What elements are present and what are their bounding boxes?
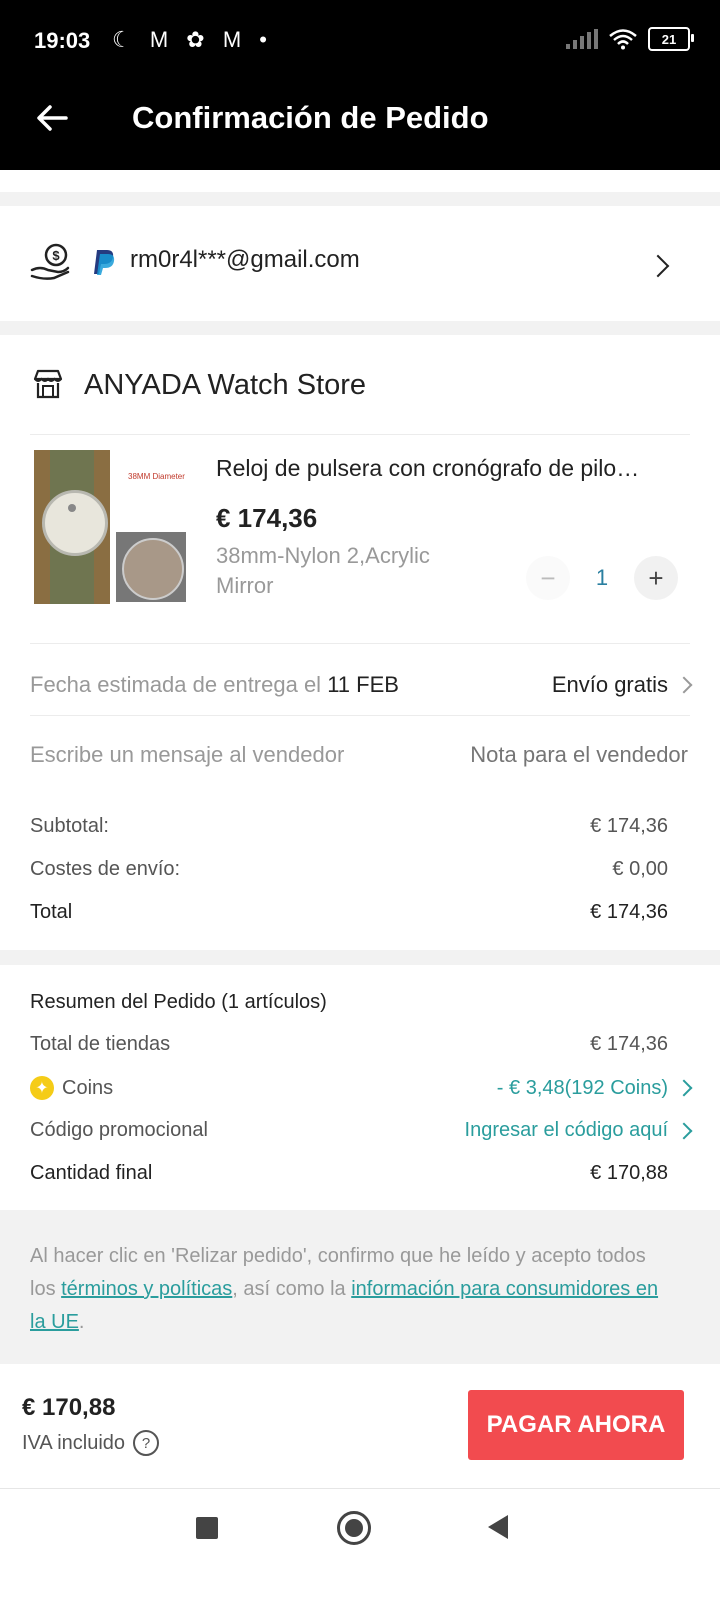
seller-message-row: Escribe un mensaje al vendedor [30, 735, 690, 775]
store-total-value: € 174,36 [590, 1033, 668, 1055]
tax-label: IVA incluido [22, 1431, 126, 1454]
promo-value: Ingresar el código aquí [464, 1119, 668, 1141]
delivery-label: Fecha estimada de entrega el [30, 672, 328, 697]
home-icon[interactable] [337, 1511, 371, 1545]
delivery-date: 11 FEB [327, 672, 399, 697]
seller-message-label: Escribe un mensaje al vendedor [30, 742, 345, 767]
chevron-right-icon [675, 676, 693, 694]
chevron-right-icon [675, 1079, 693, 1097]
seller-note-input[interactable] [426, 741, 690, 769]
status-time: 19:03 [34, 28, 91, 53]
promo-row[interactable]: Código promocional Ingresar el código aq… [30, 1119, 693, 1142]
divider [30, 643, 690, 644]
back-triangle-icon[interactable] [486, 1513, 510, 1541]
subtotal-row: Subtotal: € 174,36 [30, 815, 690, 838]
wifi-icon [609, 29, 637, 50]
back-arrow-icon[interactable] [32, 98, 72, 138]
legal-text-2: , así como la [232, 1278, 352, 1300]
decrease-quantity-button[interactable]: − [526, 556, 570, 600]
shipping-label: Envío gratis [551, 672, 668, 697]
payment-email: rm0r4l***@gmail.com [130, 246, 360, 273]
summary-title: Resumen del Pedido (1 artículos) [30, 991, 327, 1013]
quantity-stepper: − 1 + [526, 556, 678, 600]
increase-quantity-button[interactable]: + [634, 556, 678, 600]
chevron-right-icon [675, 1122, 693, 1139]
product-price: € 174,36 [216, 503, 318, 533]
shipping-cost-label: Costes de envío: [30, 858, 181, 880]
svg-text:$: $ [52, 248, 60, 263]
coins-value: - € 3,48(192 Coins) [496, 1076, 668, 1099]
system-nav-bar [0, 1488, 720, 1601]
terms-link[interactable]: términos y políticas [61, 1278, 232, 1300]
payment-method-row[interactable]: $ rm0r4l***@gmail.com [0, 206, 720, 321]
final-amount-row: Cantidad final € 170,88 [30, 1162, 690, 1185]
legal-notice: Al hacer clic en 'Relizar pedido', confi… [30, 1240, 670, 1339]
subtotal-label: Subtotal: [30, 815, 109, 837]
subtotal-value: € 174,36 [590, 815, 668, 837]
final-amount-label: Cantidad final [30, 1162, 153, 1184]
store-total-label: Total de tiendas [30, 1033, 171, 1055]
page-title: Confirmación de Pedido [132, 100, 489, 135]
coins-row[interactable]: ✦ Coins - € 3,48(192 Coins) [30, 1076, 693, 1100]
status-notification-icons: ☾ M ✿ M • [112, 27, 273, 52]
product-title[interactable]: Reloj de pulsera con cronógrafo de pilo… [216, 455, 686, 482]
payment-hand-coin-icon: $ [30, 243, 70, 280]
promo-label: Código promocional [30, 1119, 208, 1141]
store-icon [33, 369, 63, 399]
promo-code-entry[interactable]: Ingresar el código aquí [464, 1119, 693, 1142]
pay-now-button[interactable]: PAGAR AHORA [468, 1390, 684, 1460]
help-icon[interactable]: ? [133, 1430, 160, 1456]
product-variant[interactable]: 38mm-Nylon 2,Acrylic Mirror [216, 541, 486, 601]
legal-text-3: . [78, 1311, 85, 1333]
divider [30, 434, 690, 435]
signal-icon [566, 29, 598, 49]
total-value: € 174,36 [590, 901, 668, 923]
order-summary-card: Resumen del Pedido (1 artículos) Total d… [0, 965, 720, 1210]
chevron-right-icon[interactable] [646, 254, 670, 278]
product-image[interactable]: 38MM Diameter [34, 450, 188, 604]
store-name[interactable]: ANYADA Watch Store [84, 369, 366, 402]
coins-label-group: ✦ Coins [30, 1076, 113, 1100]
shipping-option[interactable]: Envío gratis [551, 672, 693, 698]
store-card: ANYADA Watch Store 38MM Diameter Reloj d… [0, 335, 720, 950]
delivery-row[interactable]: Fecha estimada de entrega el 11 FEB Enví… [30, 665, 693, 705]
status-right: 21 [566, 27, 694, 51]
store-total-row: Total de tiendas € 174,36 [30, 1033, 690, 1056]
battery-icon: 21 [648, 27, 694, 51]
top-bar: 19:03 ☾ M ✿ M • 21 Confirmación de Pedid… [0, 0, 720, 170]
coins-label: Coins [62, 1076, 114, 1099]
shipping-cost-row: Costes de envío: € 0,00 [30, 858, 690, 881]
delivery-estimate: Fecha estimada de entrega el 11 FEB [30, 672, 399, 698]
recents-icon[interactable] [196, 1517, 218, 1539]
paypal-icon [94, 250, 115, 275]
watch-back-photo [116, 532, 186, 602]
header-spacer [0, 170, 720, 192]
shipping-cost-value: € 0,00 [612, 858, 668, 880]
tax-note: IVA incluido ? [22, 1430, 160, 1456]
final-amount-value: € 170,88 [590, 1162, 668, 1184]
coin-icon: ✦ [30, 1076, 54, 1100]
total-label: Total [30, 901, 73, 923]
watch-strap-photo [34, 450, 110, 604]
total-row: Total € 174,36 [30, 901, 690, 924]
coins-discount[interactable]: - € 3,48(192 Coins) [496, 1076, 693, 1100]
divider [30, 715, 690, 716]
quantity-value[interactable]: 1 [570, 565, 634, 591]
image-caption: 38MM Diameter [128, 472, 185, 481]
footer-total: € 170,88 [22, 1394, 116, 1421]
